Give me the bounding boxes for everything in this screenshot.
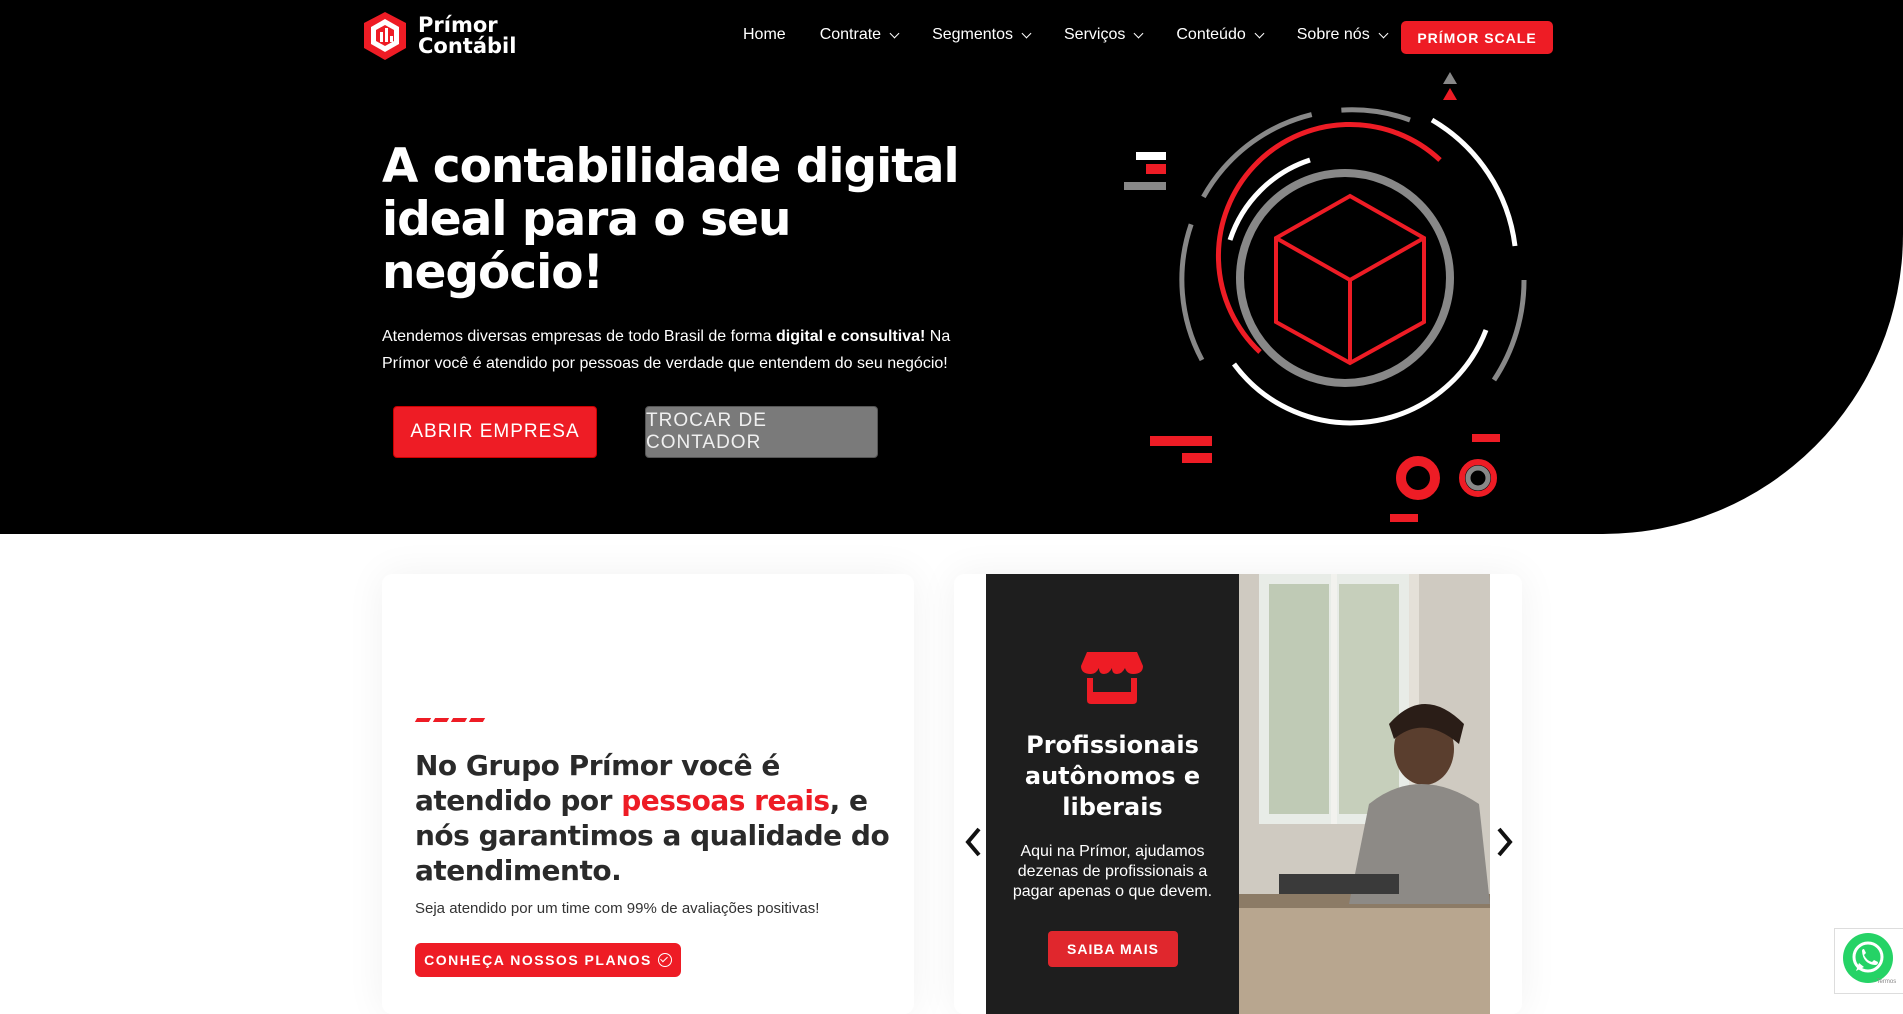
- chevron-down-icon: [1133, 28, 1144, 38]
- professional-photo: [1239, 574, 1490, 1014]
- carousel-heading: Profissionais autônomos e liberais: [1024, 731, 1201, 821]
- carousel-next-icon[interactable]: [1493, 826, 1515, 858]
- hero-title: A contabilidade digital ideal para o seu…: [382, 139, 960, 300]
- logo-text-line1: Prímor: [418, 13, 498, 37]
- hero-section: Prímor Contábil Home Contrate Segmentos …: [0, 0, 1903, 534]
- primor-scale-button[interactable]: PRÍMOR SCALE: [1401, 21, 1553, 54]
- main-nav: Home Contrate Segmentos Serviços Conteúd…: [743, 26, 1421, 44]
- carousel-text: Aqui na Prímor, ajudamos dezenas de prof…: [1012, 843, 1213, 900]
- learn-more-button[interactable]: SAIBA MAIS: [1048, 931, 1178, 967]
- storefront-icon: [1081, 652, 1143, 704]
- change-accountant-button[interactable]: TROCAR DE CONTADOR: [645, 406, 878, 458]
- nav-item-segmentos[interactable]: Segmentos: [932, 26, 1032, 44]
- nav-item-servicos[interactable]: Serviços: [1064, 26, 1144, 44]
- chevron-down-icon: [1021, 28, 1032, 38]
- nav-item-label: Conteúdo: [1176, 26, 1246, 43]
- nav-item-label: Segmentos: [932, 26, 1013, 43]
- logo-text-line2: Contábil: [418, 34, 517, 58]
- nav-item-contrate[interactable]: Contrate: [819, 26, 900, 44]
- nav-item-sobre-nos[interactable]: Sobre nós: [1296, 26, 1389, 44]
- nav-item-label: Sobre nós: [1296, 26, 1370, 43]
- hero-description: Atendemos diversas empresas de todo Bras…: [382, 323, 972, 377]
- logo-cube-icon: [364, 12, 406, 60]
- cube-target-icon: [1124, 72, 1527, 522]
- nav-item-label: Home: [743, 26, 786, 43]
- dash-decoration: [414, 718, 486, 722]
- about-title: No Grupo Prímor você é atendido por pess…: [415, 748, 895, 888]
- nav-item-conteudo[interactable]: Conteúdo: [1176, 26, 1265, 44]
- about-subtitle: Seja atendido por um time com 99% de ava…: [415, 900, 820, 917]
- brand-logo[interactable]: Prímor Contábil: [360, 10, 516, 62]
- hero-desc-bold: digital e consultiva!: [775, 328, 926, 345]
- see-plans-button[interactable]: CONHEÇA NOSSOS PLANOS: [415, 943, 681, 977]
- hero-desc-part1: Atendemos diversas empresas de todo Bras…: [382, 328, 776, 345]
- about-title-highlight: pessoas reais: [621, 784, 830, 817]
- chevron-down-icon: [889, 28, 900, 38]
- whatsapp-icon: [1843, 933, 1893, 983]
- chevron-down-icon: [1254, 28, 1265, 38]
- nav-item-label: Contrate: [819, 26, 882, 43]
- nav-item-label: Serviços: [1064, 26, 1126, 43]
- open-company-button[interactable]: ABRIR EMPRESA: [393, 406, 597, 458]
- chevron-down-icon: [1378, 28, 1389, 38]
- check-circle-icon: [657, 953, 672, 967]
- nav-item-home[interactable]: Home: [743, 26, 786, 44]
- whatsapp-terms: - Termos: [1873, 979, 1897, 985]
- see-plans-label: CONHEÇA NOSSOS PLANOS: [424, 952, 652, 968]
- carousel-photo: [1239, 574, 1490, 1014]
- carousel-prev-icon[interactable]: [963, 826, 985, 858]
- whatsapp-widget[interactable]: - Termos: [1834, 928, 1903, 994]
